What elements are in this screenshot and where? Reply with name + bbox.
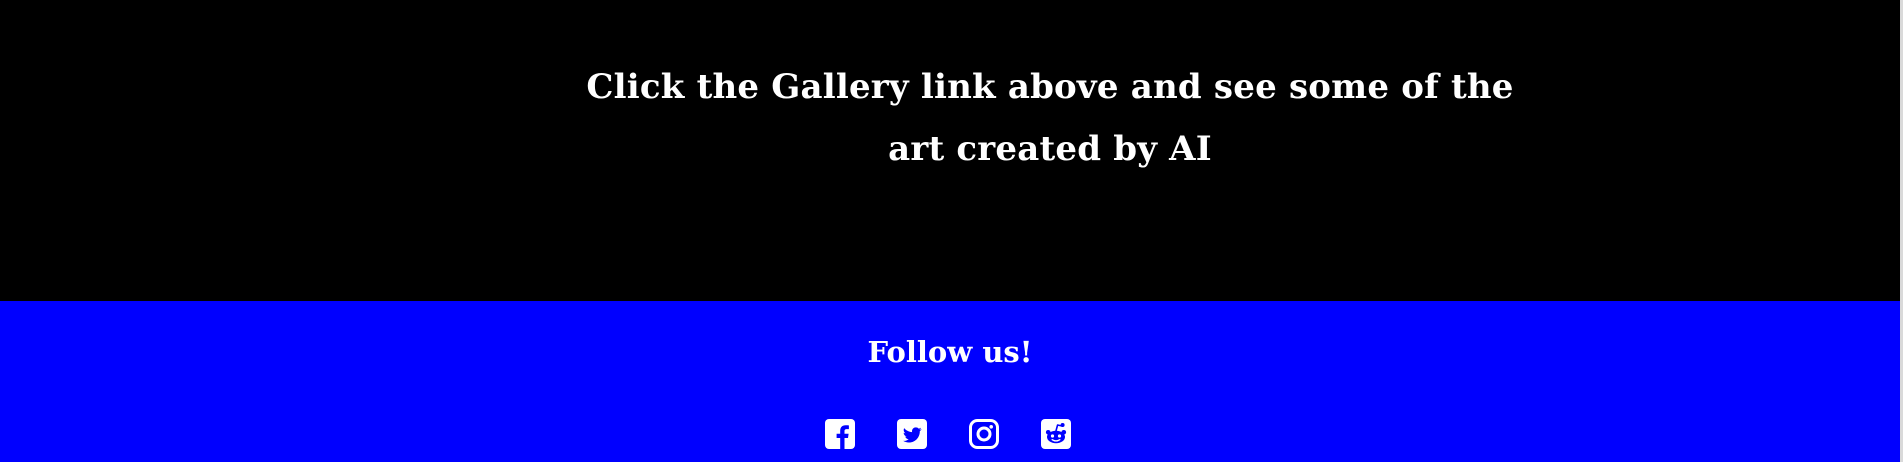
follow-us-heading: Follow us! <box>867 335 1033 369</box>
reddit-icon <box>1041 419 1071 449</box>
hero-section: Click the Gallery link above and see som… <box>0 0 1900 301</box>
site-footer: Follow us! <box>0 301 1900 462</box>
social-links <box>824 417 1072 451</box>
gallery-prompt-text: Click the Gallery link above and see som… <box>586 67 1514 169</box>
instagram-link[interactable] <box>968 417 1000 451</box>
instagram-icon <box>969 419 999 449</box>
facebook-link[interactable] <box>824 417 856 451</box>
facebook-icon <box>825 419 855 449</box>
reddit-link[interactable] <box>1040 417 1072 451</box>
twitter-link[interactable] <box>896 417 928 451</box>
twitter-icon <box>897 419 927 449</box>
